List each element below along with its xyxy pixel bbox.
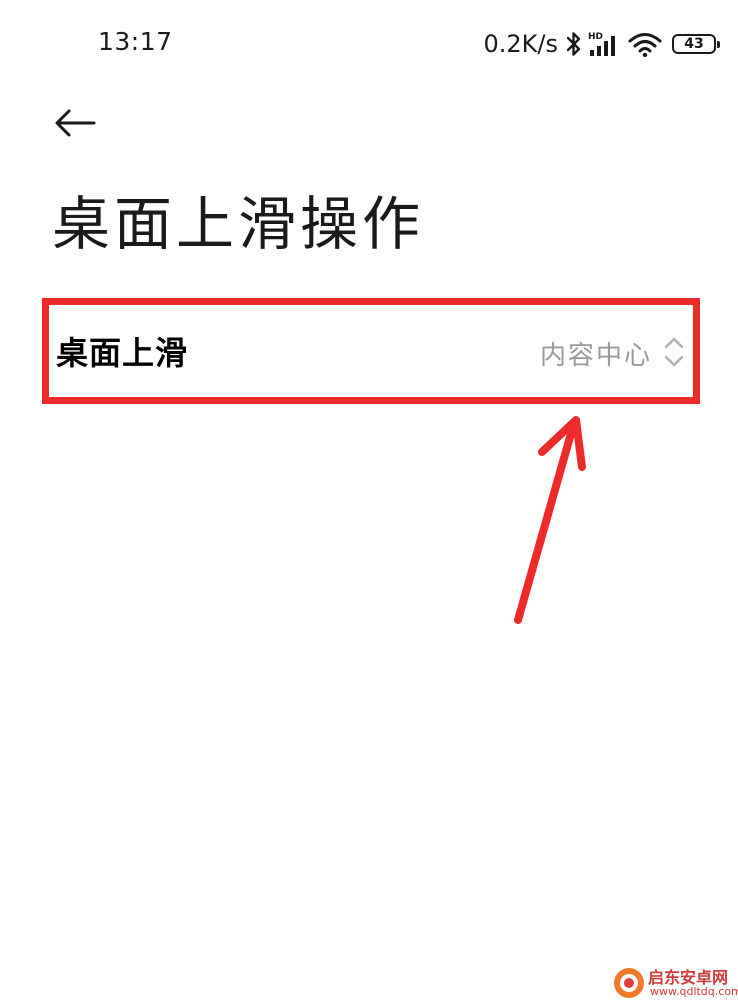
chevron-up-down-icon <box>664 337 684 367</box>
swipe-up-label: 桌面上滑 <box>56 334 189 372</box>
watermark-logo-icon <box>614 968 644 998</box>
watermark-url: www.qdltdq.com <box>650 985 738 998</box>
status-time: 13:17 <box>98 27 173 56</box>
hd-signal-icon: HD <box>588 32 615 56</box>
wifi-icon <box>628 33 662 57</box>
battery-level: 43 <box>684 36 704 52</box>
swipe-up-value: 内容中心 <box>539 341 652 371</box>
status-bar: 13:17 0.2K/s HD 43 <box>0 0 738 90</box>
swipe-up-setting-row[interactable]: 桌面上滑 内容中心 <box>42 298 700 404</box>
back-button[interactable] <box>50 100 100 146</box>
network-speed: 0.2K/s <box>483 30 559 58</box>
bluetooth-icon <box>566 32 581 56</box>
arrow-left-icon <box>55 109 96 137</box>
watermark: 启东安卓网 www.qdltdq.com <box>612 962 738 1002</box>
annotation-arrow <box>514 416 586 624</box>
battery-icon: 43 <box>672 34 720 54</box>
svg-text:HD: HD <box>588 32 603 42</box>
page-title: 桌面上滑操作 <box>52 190 425 258</box>
status-icons: 0.2K/s HD 43 <box>483 26 720 62</box>
